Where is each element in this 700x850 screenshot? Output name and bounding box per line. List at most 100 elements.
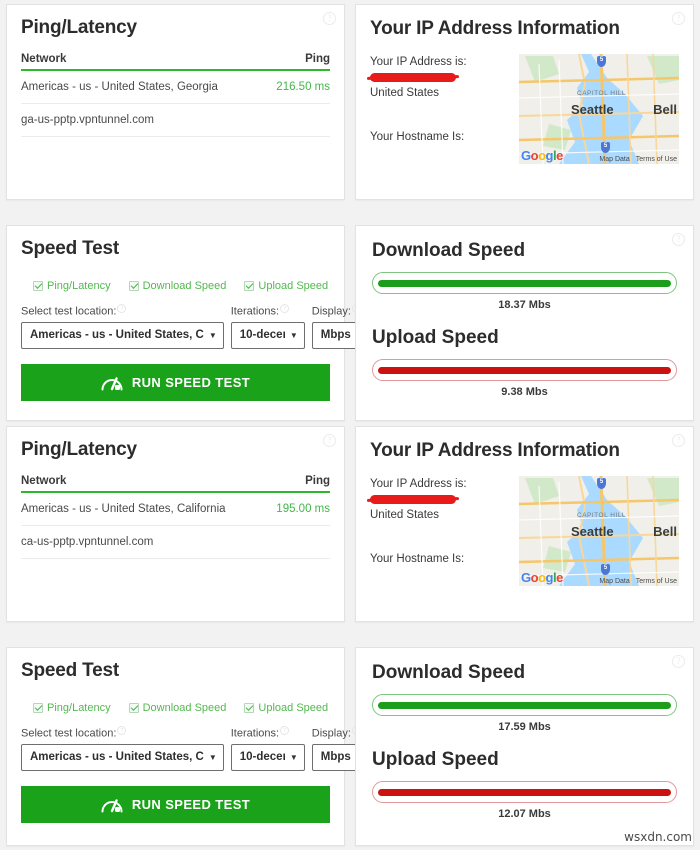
label-text: Display: [311,305,351,318]
checkbox-upload-speed[interactable]: Upload Speed [244,280,328,292]
column-header-network: Network [21,475,266,493]
checkmark-icon [33,281,43,291]
terms-of-use-link[interactable]: Terms of Use [636,578,677,585]
field-iterations: Iterations:? 10-decen ▼ [230,304,305,349]
checkmark-icon [33,703,43,713]
panel-ip-information-2: ? Your IP Address Information Your IP Ad… [355,426,694,622]
cell-network: Americas - us - United States, Californi… [21,492,266,526]
select-iterations[interactable]: 10-decen ▼ [230,743,305,771]
label-test-location: Select test location:? [21,304,224,318]
panel-ip-information-1: ? Your IP Address Information Your IP Ad… [355,4,694,200]
ip-address-label: Your IP Address is: [370,478,467,490]
run-speed-test-button[interactable]: RUN SPEED TEST [21,363,330,401]
speedometer-icon [101,376,123,391]
checkbox-label: Upload Speed [258,280,329,292]
map-neighborhood-label: CAPITOL HILL [577,90,626,97]
checkbox-upload-speed[interactable]: Upload Speed [244,702,328,714]
chevron-down-icon: ▼ [289,752,298,762]
map-data-link[interactable]: Map Data [599,156,629,163]
ip-body: Your IP Address is: United States Your H… [370,476,679,586]
map-thumbnail[interactable]: 5 5 CAPITOL HILL Seattle Bell Google Map… [519,54,679,164]
hostname-label: Your Hostname Is: [370,131,465,144]
table-row-hostname: ca-us-pptp.vpntunnel.com [21,525,330,559]
checkbox-download-speed[interactable]: Download Speed [128,280,227,292]
help-icon[interactable]: ? [672,12,685,25]
cell-network: Americas - us - United States, Georgia [21,70,264,104]
highway-shield-icon: 5 [597,478,606,489]
map-credits: Map Data Terms of Use [599,156,677,163]
help-icon[interactable]: ? [323,12,336,25]
test-settings-row: Select test location:? Americas - us - U… [21,726,371,771]
column-header-ping: Ping [263,53,330,71]
map-city-label: Seattle [571,102,614,117]
upload-speed-value: 12.07 Mbs [498,808,551,820]
label-iterations: Iterations:? [231,726,305,740]
panel-title: Your IP Address Information [370,18,620,39]
cell-hostname: ga-us-pptp.vpntunnel.com [21,103,330,137]
select-value: 10-decen [239,329,285,342]
label-text: Iterations: [230,305,280,318]
checkbox-label: Ping/Latency [47,280,111,292]
help-icon[interactable]: ? [323,434,336,447]
panel-title: Ping/Latency [21,17,137,38]
checkmark-icon [128,281,139,291]
hostname-label: Your Hostname Is: [370,553,465,566]
dashboard-page: ? Ping/Latency Network Ping Americas - u… [0,0,700,850]
upload-speed-meter [372,781,677,803]
table-row: Americas - us - United States, Georgia 2… [21,70,330,104]
checkbox-label: Ping/Latency [47,702,111,714]
download-speed-value: 18.37 Mbs [498,299,551,311]
map-credits: Map Data Terms of Use [599,578,677,585]
checkbox-ping-latency[interactable]: Ping/Latency [33,702,111,714]
download-speed-meter [372,694,677,716]
column-header-network: Network [21,53,264,71]
checkmark-icon [244,281,255,291]
run-speed-test-button[interactable]: RUN SPEED TEST [21,785,330,823]
redacted-ip-address [370,494,456,504]
ip-body: Your IP Address is: United States Your H… [370,54,679,164]
select-test-location[interactable]: Americas - us - United States, C ▼ [21,743,224,771]
table-header-row: Network Ping [21,53,330,71]
cell-ping: 216.50 ms [263,70,330,104]
download-meter-fill [378,701,671,709]
map-city-label-2: Bell [653,102,677,117]
test-settings-row: Select test location:? Americas - us - U… [21,304,371,349]
ping-results-table: Network Ping Americas - us - United Stat… [21,53,330,137]
help-icon[interactable]: ? [672,233,685,246]
help-icon-iterations[interactable]: ? [280,304,290,313]
select-test-location[interactable]: Americas - us - United States, C ▼ [21,321,224,349]
ip-country: United States [370,86,440,99]
chevron-down-icon: ▼ [208,330,217,340]
highway-shield-icon: 5 [597,56,606,67]
select-value: 10-decen [239,751,285,764]
panel-title: Speed Test [21,660,119,681]
map-data-link[interactable]: Map Data [599,578,629,585]
field-iterations: Iterations:? 10-decen ▼ [230,726,305,771]
select-value: Americas - us - United States, C [30,751,204,764]
google-logo: Google [521,148,563,163]
ip-details: Your IP Address is: United States Your H… [370,476,519,586]
help-icon-iterations[interactable]: ? [280,726,290,735]
download-speed-title: Download Speed [372,662,526,683]
help-icon-location[interactable]: ? [117,304,127,313]
panel-title: Speed Test [21,238,119,259]
checkbox-label: Download Speed [142,280,227,292]
label-test-location: Select test location:? [21,726,224,740]
panel-ping-latency-1: ? Ping/Latency Network Ping Americas - u… [6,4,345,200]
select-iterations[interactable]: 10-decen ▼ [230,321,305,349]
upload-meter-fill [378,788,671,796]
help-icon[interactable]: ? [672,434,685,447]
terms-of-use-link[interactable]: Terms of Use [636,156,677,163]
run-button-label: RUN SPEED TEST [131,374,251,390]
table-row: Americas - us - United States, Californi… [21,492,330,526]
map-thumbnail[interactable]: 5 5 CAPITOL HILL Seattle Bell Google Map… [519,476,679,586]
download-speed-value: 17.59 Mbs [498,721,551,733]
label-text: Iterations: [230,727,280,740]
help-icon-location[interactable]: ? [117,726,127,735]
checkbox-download-speed[interactable]: Download Speed [128,702,226,714]
field-test-location: Select test location:? Americas - us - U… [21,726,224,771]
checkbox-ping-latency[interactable]: Ping/Latency [33,280,111,292]
checkmark-icon [128,703,139,713]
help-icon[interactable]: ? [672,655,685,668]
ip-address-label: Your IP Address is: [370,56,467,68]
